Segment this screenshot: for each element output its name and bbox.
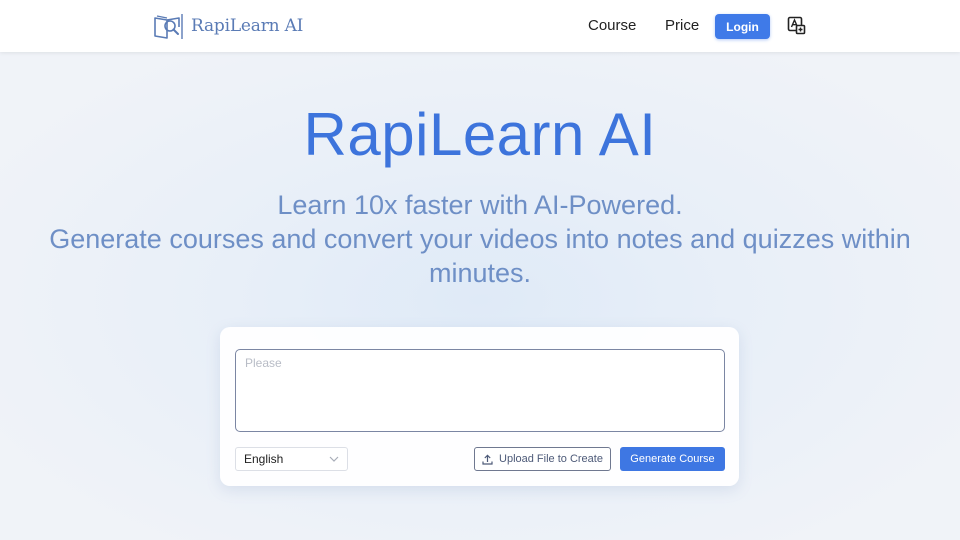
nav-course-link[interactable]: Course: [588, 17, 636, 34]
top-navbar: RapiLearn AI Course Price Login: [0, 0, 960, 52]
hero-subtitle-line-1: Learn 10x faster with AI-Powered.: [277, 190, 683, 220]
nav-price-link[interactable]: Price: [665, 17, 699, 34]
login-button[interactable]: Login: [715, 14, 770, 39]
translate-icon[interactable]: [787, 16, 806, 35]
hero-subtitle: Learn 10x faster with AI-Powered. Genera…: [40, 188, 920, 290]
language-select[interactable]: English: [235, 447, 348, 471]
language-selected-value: English: [244, 452, 284, 466]
chevron-down-icon: [329, 456, 339, 462]
upload-file-button[interactable]: Upload File to Create: [474, 447, 611, 471]
hero-title: RapiLearn AI: [303, 101, 657, 168]
hero-subtitle-line-2: Generate courses and convert your videos…: [49, 224, 911, 288]
course-prompt-input[interactable]: [235, 349, 725, 432]
course-generator-card: English Upload File to Create Generate C…: [220, 327, 739, 486]
brand[interactable]: RapiLearn AI: [153, 11, 303, 41]
upload-file-label: Upload File to Create: [499, 453, 603, 465]
generate-course-button[interactable]: Generate Course: [620, 447, 725, 471]
book-magnifier-icon: [154, 14, 183, 39]
brand-name: RapiLearn AI: [191, 16, 304, 36]
upload-icon: [482, 453, 493, 465]
